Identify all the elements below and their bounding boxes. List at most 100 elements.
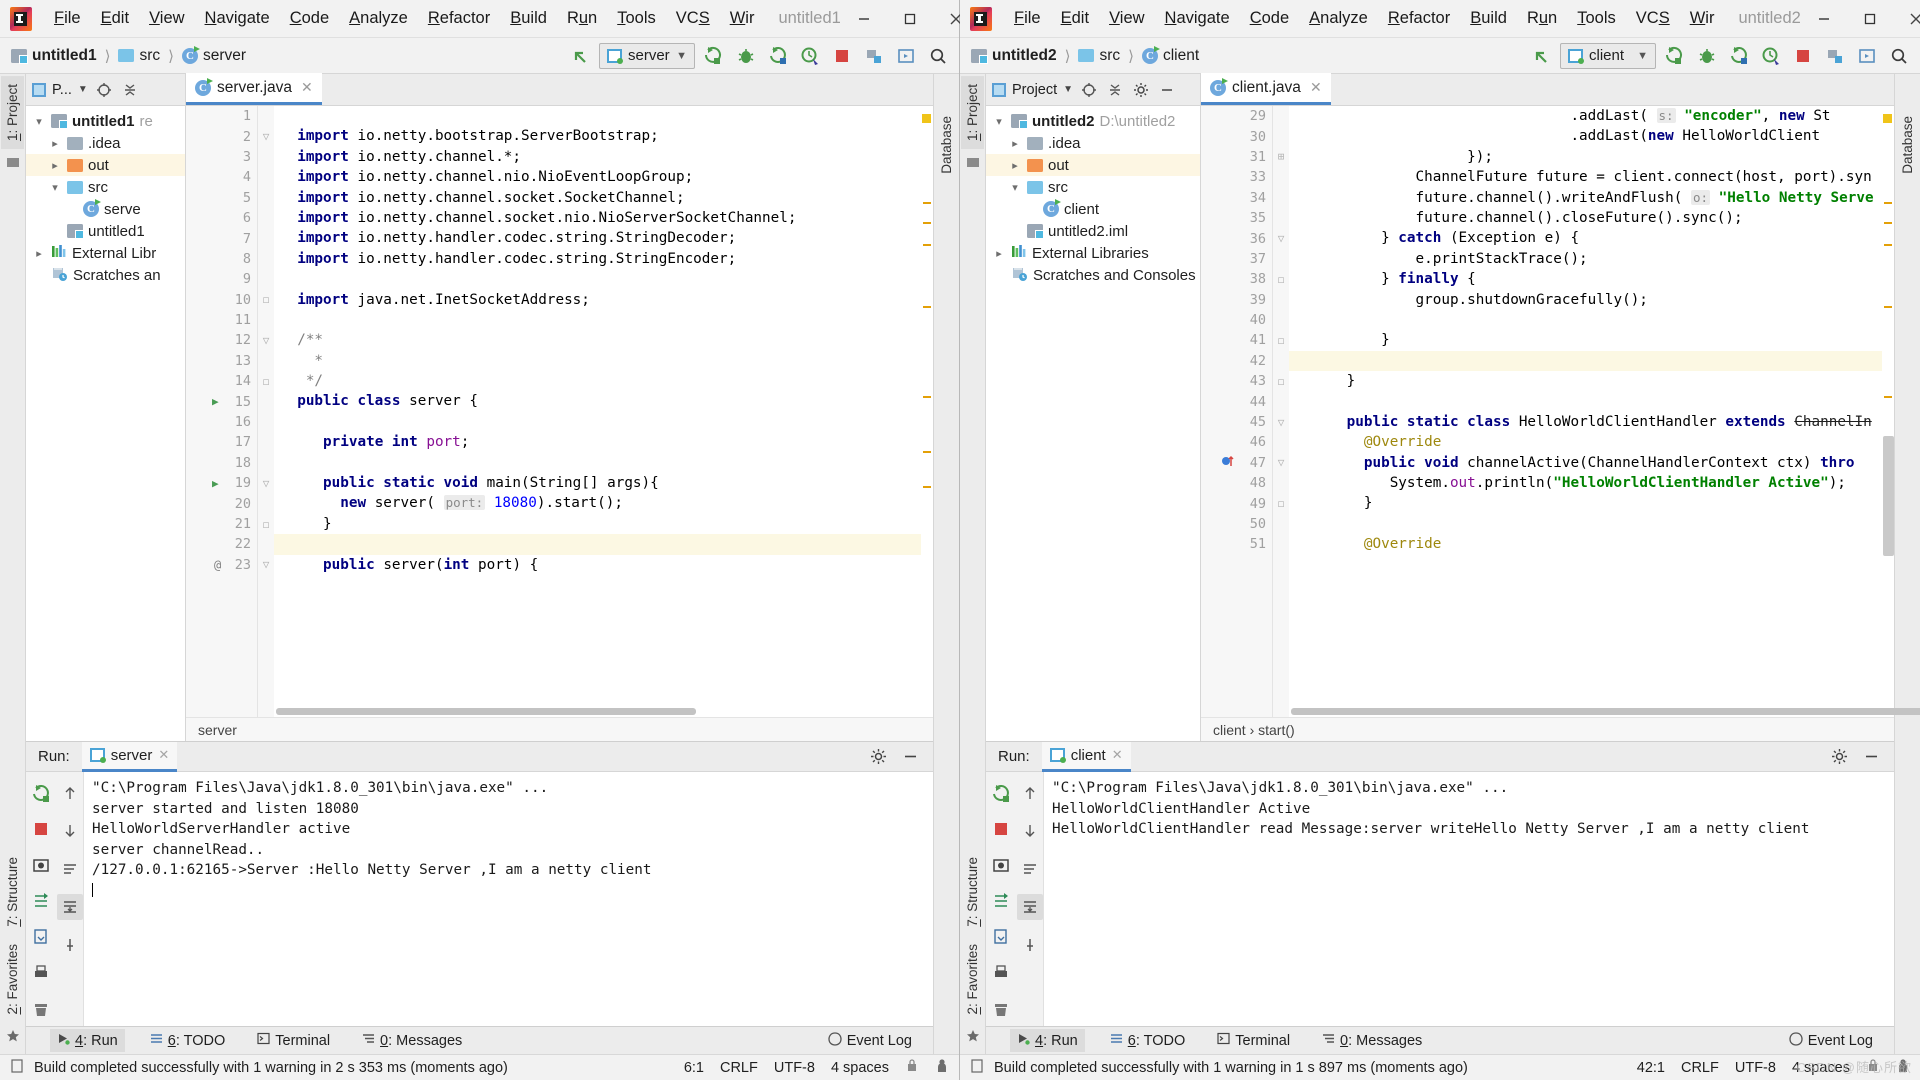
toolwindow-todo[interactable]: 6: TODO xyxy=(143,1029,233,1052)
minimize-button[interactable] xyxy=(841,0,887,38)
code-line[interactable]: import io.netty.channel.socket.SocketCha… xyxy=(274,188,933,208)
export-icon[interactable] xyxy=(988,924,1014,950)
menu-file[interactable]: File xyxy=(1004,5,1051,32)
breadcrumb-src[interactable]: src xyxy=(1075,45,1123,67)
code-line[interactable]: import io.netty.channel.*; xyxy=(274,147,933,167)
maximize-button[interactable] xyxy=(887,0,933,38)
code-line[interactable] xyxy=(274,269,933,289)
up-arrow-icon[interactable] xyxy=(57,780,83,806)
hide-panel-icon[interactable] xyxy=(1858,744,1884,770)
tool-tab-favorites[interactable]: 2: Favorites xyxy=(1,936,24,1023)
breadcrumb-server[interactable]: Cserver xyxy=(179,45,249,67)
menu-edit[interactable]: Edit xyxy=(1051,5,1099,32)
inspector-icon[interactable] xyxy=(935,1058,949,1077)
chevron-down-icon[interactable]: ▾ xyxy=(32,115,46,128)
tree-node[interactable]: untitled2.iml xyxy=(986,220,1200,242)
toolwindow-run[interactable]: 4: Run xyxy=(50,1029,125,1052)
breadcrumb-client[interactable]: Cclient xyxy=(1139,45,1202,67)
run-with-coverage-icon[interactable] xyxy=(765,43,791,69)
fold-marker[interactable]: ◻ xyxy=(1273,269,1289,289)
rerun-icon[interactable] xyxy=(988,780,1014,806)
settings-gear-icon[interactable] xyxy=(865,744,891,770)
code-line[interactable]: public void channelActive(ChannelHandler… xyxy=(1289,453,1894,473)
screenshot-icon[interactable] xyxy=(28,852,54,878)
menu-view[interactable]: View xyxy=(139,5,194,32)
editor-tab-server.java[interactable]: C server.java ✕ xyxy=(186,73,322,105)
code-line[interactable]: }); xyxy=(1289,147,1894,167)
editor-gutter[interactable]: 1 2 3 4 5 6 7 8 9 10 11 12 13 14 ▶ 15 16… xyxy=(186,106,258,717)
toolwindow-todo[interactable]: 6: TODO xyxy=(1103,1029,1193,1052)
code-line[interactable]: } xyxy=(274,514,933,534)
run-configuration-selector[interactable]: server ▼ xyxy=(599,42,695,69)
menu-file[interactable]: File xyxy=(44,5,91,32)
code-line[interactable]: import io.netty.handler.codec.string.Str… xyxy=(274,228,933,248)
close-icon[interactable]: ✕ xyxy=(1310,79,1322,96)
profiler-icon[interactable] xyxy=(1758,43,1784,69)
code-line[interactable]: } xyxy=(1289,330,1894,350)
fold-marker[interactable]: ◻ xyxy=(1273,371,1289,391)
settings-gear-icon[interactable] xyxy=(1131,80,1151,100)
code-area[interactable]: 1 2 3 4 5 6 7 8 9 10 11 12 13 14 ▶ 15 16… xyxy=(186,106,933,717)
tree-node[interactable]: ▸ .idea xyxy=(986,132,1200,154)
code-line[interactable]: import io.netty.channel.nio.NioEventLoop… xyxy=(274,167,933,187)
profiler-icon[interactable] xyxy=(797,43,823,69)
debug-icon[interactable] xyxy=(733,43,759,69)
stop-icon[interactable] xyxy=(988,816,1014,842)
code-line[interactable]: private int port; xyxy=(274,432,933,452)
code-content[interactable]: import io.netty.bootstrap.ServerBootstra… xyxy=(274,106,933,717)
tree-node[interactable]: ▾ untitled1 re xyxy=(26,110,185,132)
export-icon[interactable] xyxy=(28,924,54,950)
code-line[interactable] xyxy=(1289,391,1894,411)
file-encoding[interactable]: UTF-8 xyxy=(1735,1060,1776,1076)
status-message[interactable]: Build completed successfully with 1 warn… xyxy=(34,1060,508,1076)
pin-icon[interactable] xyxy=(57,932,83,958)
tree-node[interactable]: ▾ src xyxy=(986,176,1200,198)
caret-position[interactable]: 6:1 xyxy=(684,1060,704,1076)
close-icon[interactable]: ✕ xyxy=(1112,747,1123,763)
code-line[interactable]: group.shutdownGracefully(); xyxy=(1289,290,1894,310)
fold-marker[interactable]: ◻ xyxy=(258,371,274,391)
chevron-right-icon[interactable]: ▸ xyxy=(48,137,62,150)
run-icon[interactable] xyxy=(1662,43,1688,69)
code-line[interactable]: public static class HelloWorldClientHand… xyxy=(1289,412,1894,432)
fold-marker[interactable]: ▽ xyxy=(258,126,274,146)
clear-all-icon[interactable] xyxy=(988,996,1014,1022)
toolwindow-terminal[interactable]: Terminal xyxy=(1210,1029,1297,1052)
menu-code[interactable]: Code xyxy=(280,5,339,32)
fold-marker[interactable]: ◻ xyxy=(1273,493,1289,513)
fold-marker[interactable]: ◻ xyxy=(1273,330,1289,350)
code-line[interactable] xyxy=(274,534,933,555)
back-arrow-icon[interactable] xyxy=(1528,43,1554,69)
line-separator[interactable]: CRLF xyxy=(720,1060,758,1076)
code-line[interactable]: } xyxy=(1289,371,1894,391)
code-line[interactable] xyxy=(274,412,933,432)
code-content[interactable]: .addLast( s: "encoder", new St .addLast(… xyxy=(1289,106,1894,717)
tree-node[interactable]: ▸ External Libr xyxy=(26,242,185,264)
code-line[interactable]: System.out.println("HelloWorldClientHand… xyxy=(1289,473,1894,493)
caret-position[interactable]: 42:1 xyxy=(1637,1060,1665,1076)
code-line[interactable] xyxy=(274,310,933,330)
code-line[interactable]: } finally { xyxy=(1289,269,1894,289)
stop-icon[interactable] xyxy=(1790,43,1816,69)
run-gutter-icon[interactable]: ▶ xyxy=(212,395,219,408)
tree-node[interactable]: Scratches and Consoles xyxy=(986,264,1200,286)
code-line[interactable]: import io.netty.handler.codec.string.Str… xyxy=(274,249,933,269)
error-stripe-markers[interactable] xyxy=(921,106,933,717)
locate-file-icon[interactable] xyxy=(1079,80,1099,100)
tool-tab-structure[interactable]: 7: Structure xyxy=(1,849,24,935)
update-project-icon[interactable] xyxy=(1822,43,1848,69)
code-line[interactable]: } catch (Exception e) { xyxy=(1289,228,1894,248)
hide-panel-icon[interactable] xyxy=(1157,80,1177,100)
lock-icon[interactable] xyxy=(1866,1058,1880,1077)
run-with-coverage-icon[interactable] xyxy=(1726,43,1752,69)
file-encoding[interactable]: UTF-8 xyxy=(774,1060,815,1076)
code-line[interactable]: new server( port: 18080).start(); xyxy=(274,493,933,513)
tree-node[interactable]: ▸ .idea xyxy=(26,132,185,154)
fold-gutter[interactable]: ▽ ◻ ▽ ◻ ▽ ◻ ▽ xyxy=(258,106,274,717)
fold-marker[interactable]: ▽ xyxy=(1273,228,1289,248)
code-line[interactable]: .addLast(new HelloWorldClient xyxy=(1289,126,1894,146)
code-line[interactable]: future.channel().writeAndFlush( o: "Hell… xyxy=(1289,188,1894,208)
chevron-right-icon[interactable]: ▸ xyxy=(992,247,1006,260)
run-configuration-selector[interactable]: client ▼ xyxy=(1560,42,1656,69)
up-arrow-icon[interactable] xyxy=(1017,780,1043,806)
